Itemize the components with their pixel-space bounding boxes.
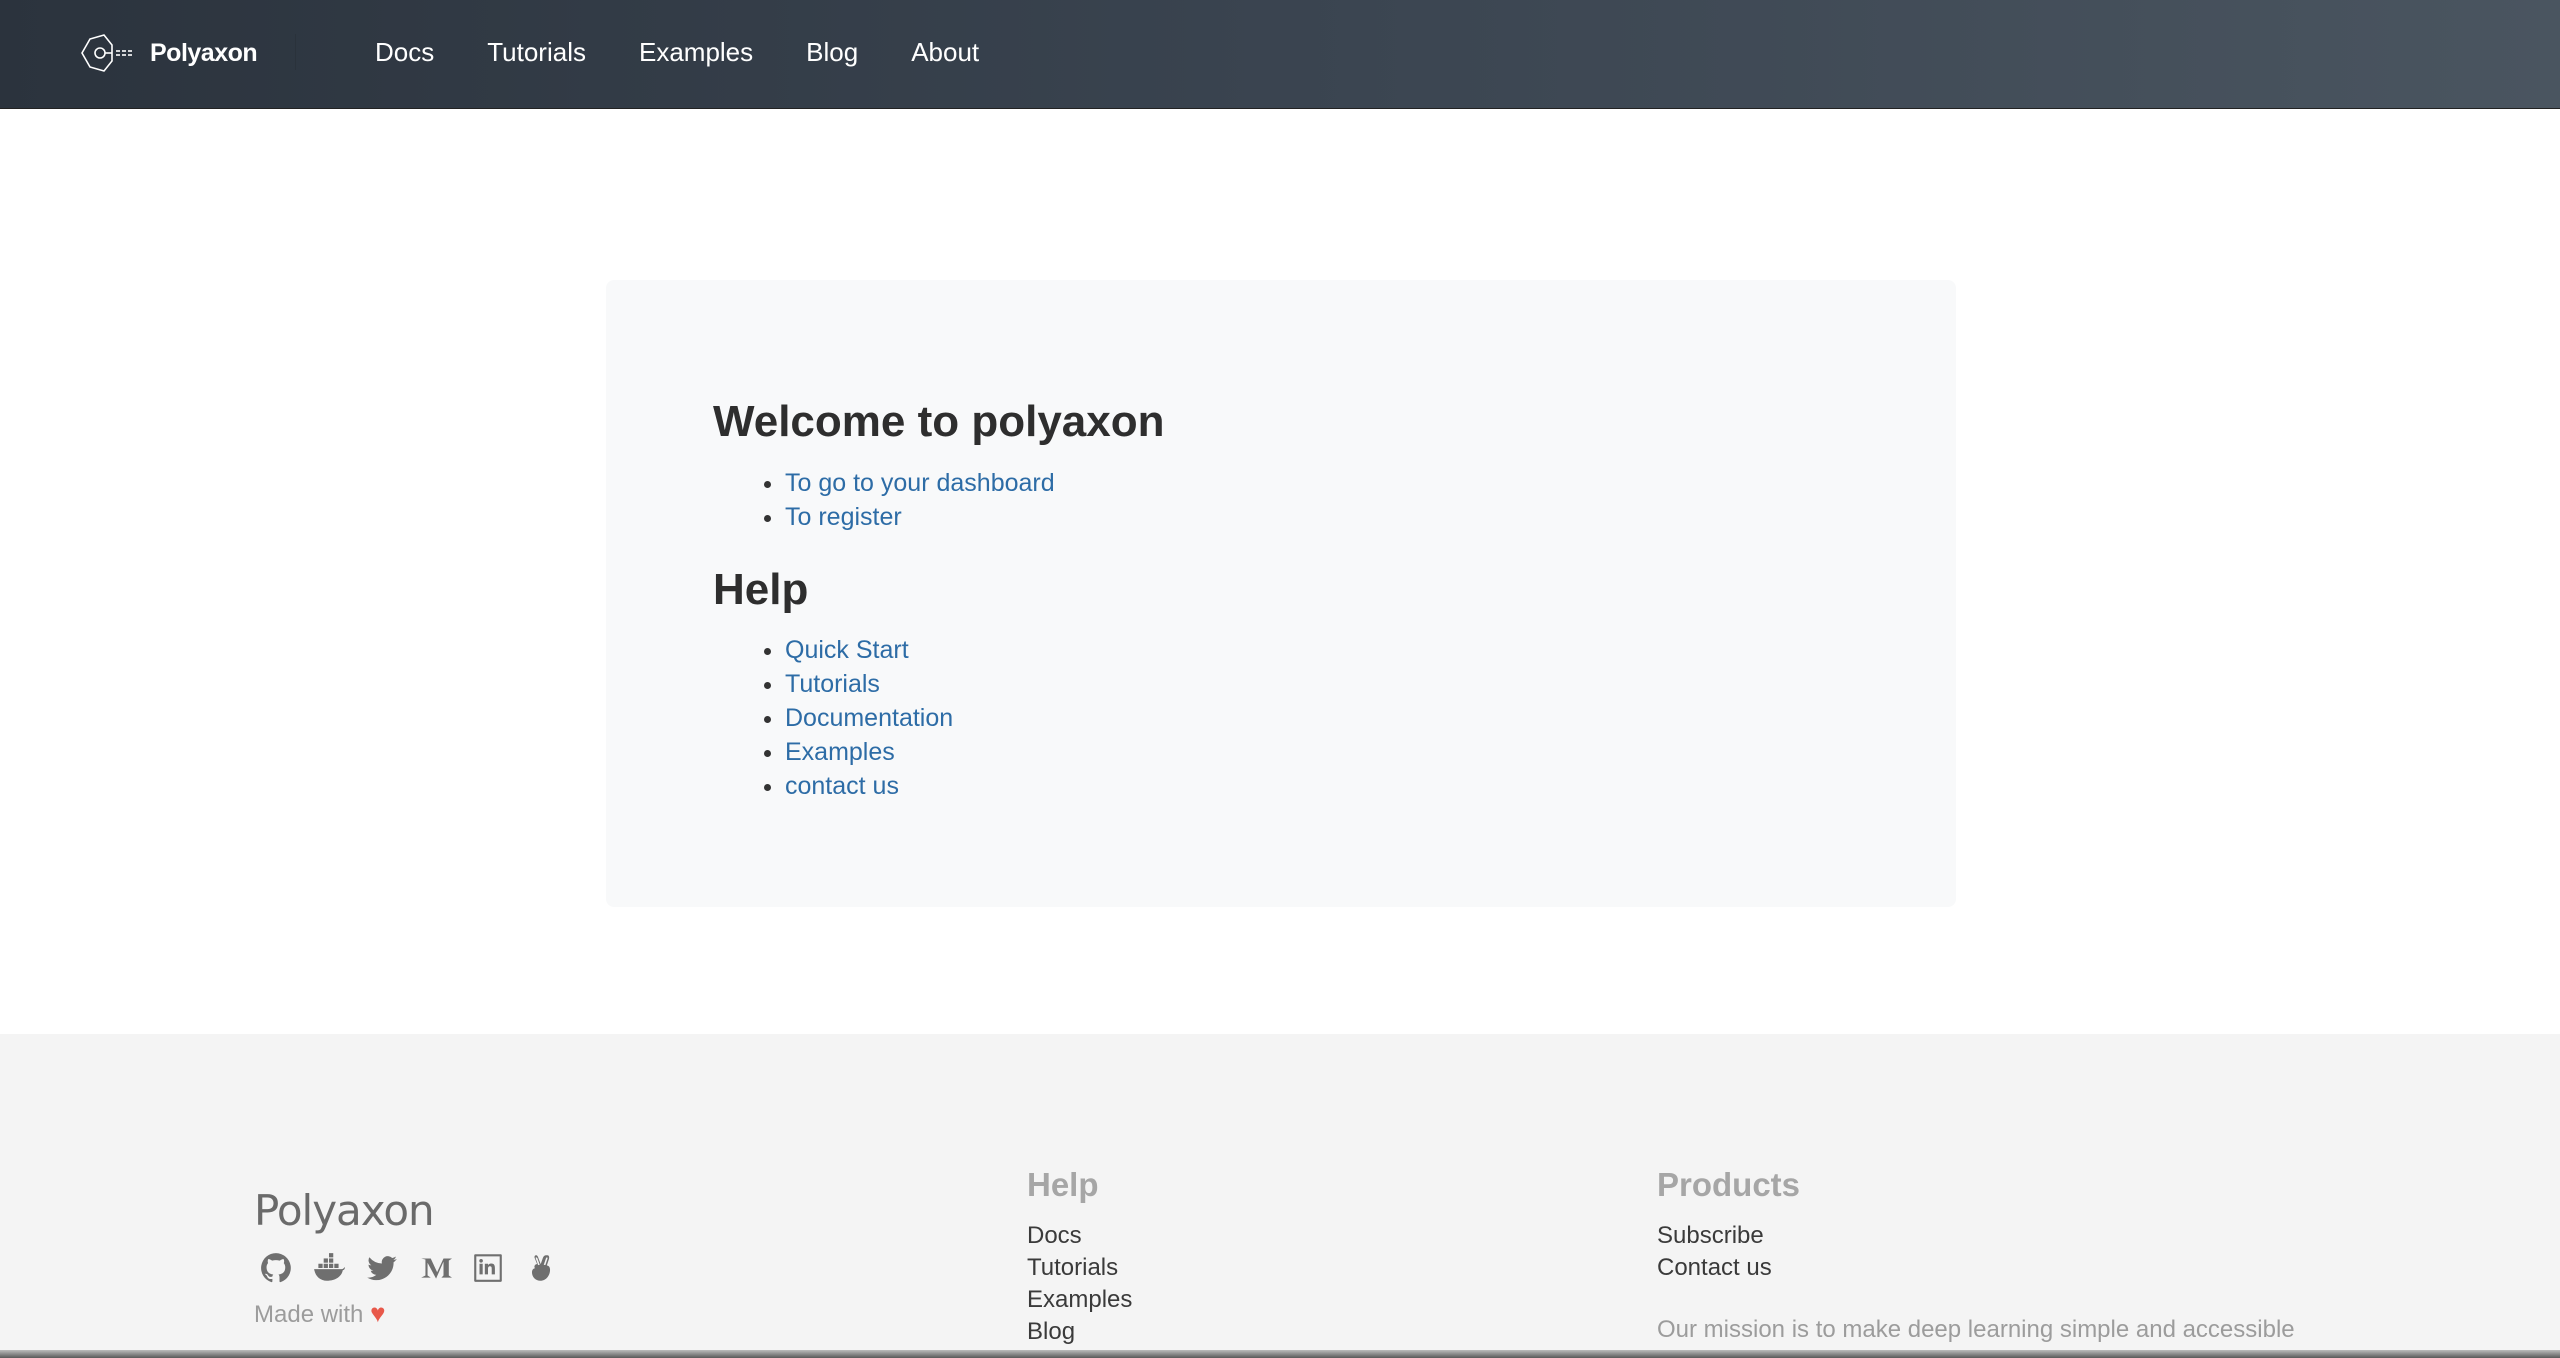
twitter-icon[interactable] (364, 1250, 400, 1286)
footer-brand: Polyaxon (254, 1186, 435, 1235)
footer-link-tutorials[interactable]: Tutorials (1027, 1252, 1132, 1284)
heart-icon: ♥ (370, 1298, 386, 1328)
help-link-list: Quick Start Tutorials Documentation Exam… (713, 633, 953, 803)
footer-products-title: Products (1657, 1166, 1801, 1203)
contact-us-link[interactable]: contact us (785, 772, 899, 800)
welcome-card: Welcome to polyaxon To go to your dashbo… (606, 280, 1956, 907)
footer-link-examples[interactable]: Examples (1027, 1284, 1132, 1316)
welcome-title: Welcome to polyaxon (713, 397, 1165, 446)
list-item: Examples (785, 735, 953, 769)
brand-logo-link[interactable]: Polyaxon (72, 28, 258, 78)
nav-divider (295, 34, 296, 70)
welcome-link-list: To go to your dashboard To register (713, 466, 1055, 534)
documentation-link[interactable]: Documentation (785, 704, 953, 732)
list-item: To register (785, 500, 1055, 534)
github-icon[interactable] (258, 1250, 294, 1286)
nav-link-tutorials[interactable]: Tutorials (487, 34, 586, 70)
made-with-label: Made with (254, 1301, 364, 1328)
list-item: To go to your dashboard (785, 466, 1055, 500)
brand-name: Polyaxon (150, 38, 258, 67)
top-navbar: Polyaxon Docs Tutorials Examples Blog Ab… (0, 0, 2560, 109)
footer-help-title: Help (1027, 1166, 1099, 1203)
register-link[interactable]: To register (785, 503, 902, 531)
nav-link-examples[interactable]: Examples (639, 34, 753, 70)
social-links (258, 1250, 559, 1286)
docker-icon[interactable] (311, 1250, 347, 1286)
tutorials-link[interactable]: Tutorials (785, 670, 880, 698)
help-title: Help (713, 565, 809, 614)
footer-link-docs[interactable]: Docs (1027, 1220, 1132, 1252)
footer-link-subscribe[interactable]: Subscribe (1657, 1220, 1800, 1252)
nav-link-blog[interactable]: Blog (806, 34, 858, 70)
window-bottom-edge (0, 1350, 2560, 1358)
footer-products-column: Products Subscribe Contact us (1657, 1166, 1800, 1284)
list-item: Tutorials (785, 667, 953, 701)
nav-link-about[interactable]: About (911, 34, 979, 70)
nav-links: Docs Tutorials Examples Blog About (375, 34, 1032, 70)
quick-start-link[interactable]: Quick Start (785, 636, 909, 664)
made-with-text: Made with ♥ (254, 1298, 386, 1329)
mission-statement: Our mission is to make deep learning sim… (1657, 1316, 2295, 1343)
footer-link-contact-us[interactable]: Contact us (1657, 1252, 1800, 1284)
examples-link[interactable]: Examples (785, 738, 895, 766)
dashboard-link[interactable]: To go to your dashboard (785, 469, 1055, 497)
list-item: contact us (785, 769, 953, 803)
footer-help-column: Help Docs Tutorials Examples Blog (1027, 1166, 1132, 1348)
angellist-icon[interactable] (523, 1250, 559, 1286)
medium-icon[interactable] (417, 1250, 453, 1286)
linkedin-icon[interactable] (470, 1250, 506, 1286)
list-item: Documentation (785, 701, 953, 735)
list-item: Quick Start (785, 633, 953, 667)
polyaxon-logo-icon (81, 34, 132, 72)
footer-link-blog[interactable]: Blog (1027, 1316, 1132, 1348)
footer: Polyaxon Made with ♥ Help Docs Tutorials… (0, 1034, 2560, 1358)
nav-link-docs[interactable]: Docs (375, 34, 434, 70)
